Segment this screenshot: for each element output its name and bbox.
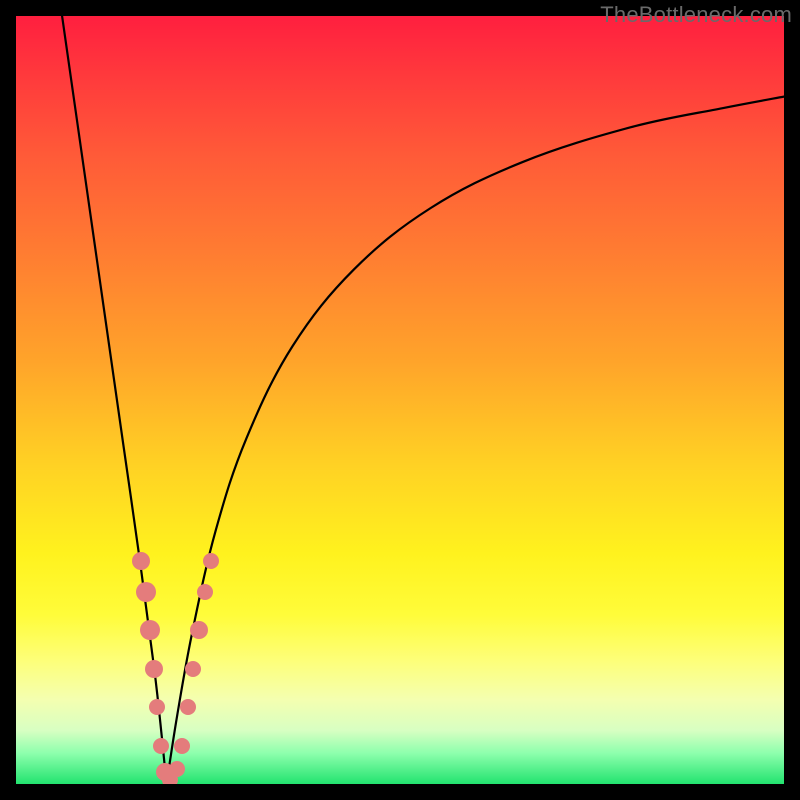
- marker-dot: [174, 738, 190, 754]
- chart-frame: TheBottleneck.com: [0, 0, 800, 800]
- marker-dot: [185, 661, 201, 677]
- marker-dot: [169, 761, 185, 777]
- marker-dot: [145, 660, 163, 678]
- plot-area: [16, 16, 784, 784]
- bottleneck-curve: [16, 16, 784, 784]
- marker-dot: [180, 699, 196, 715]
- marker-dot: [140, 620, 160, 640]
- marker-dot: [149, 699, 165, 715]
- marker-dot: [136, 582, 156, 602]
- watermark-text: TheBottleneck.com: [600, 2, 792, 28]
- marker-dot: [190, 621, 208, 639]
- marker-dot: [203, 553, 219, 569]
- marker-dot: [132, 552, 150, 570]
- marker-dot: [153, 738, 169, 754]
- marker-dot: [197, 584, 213, 600]
